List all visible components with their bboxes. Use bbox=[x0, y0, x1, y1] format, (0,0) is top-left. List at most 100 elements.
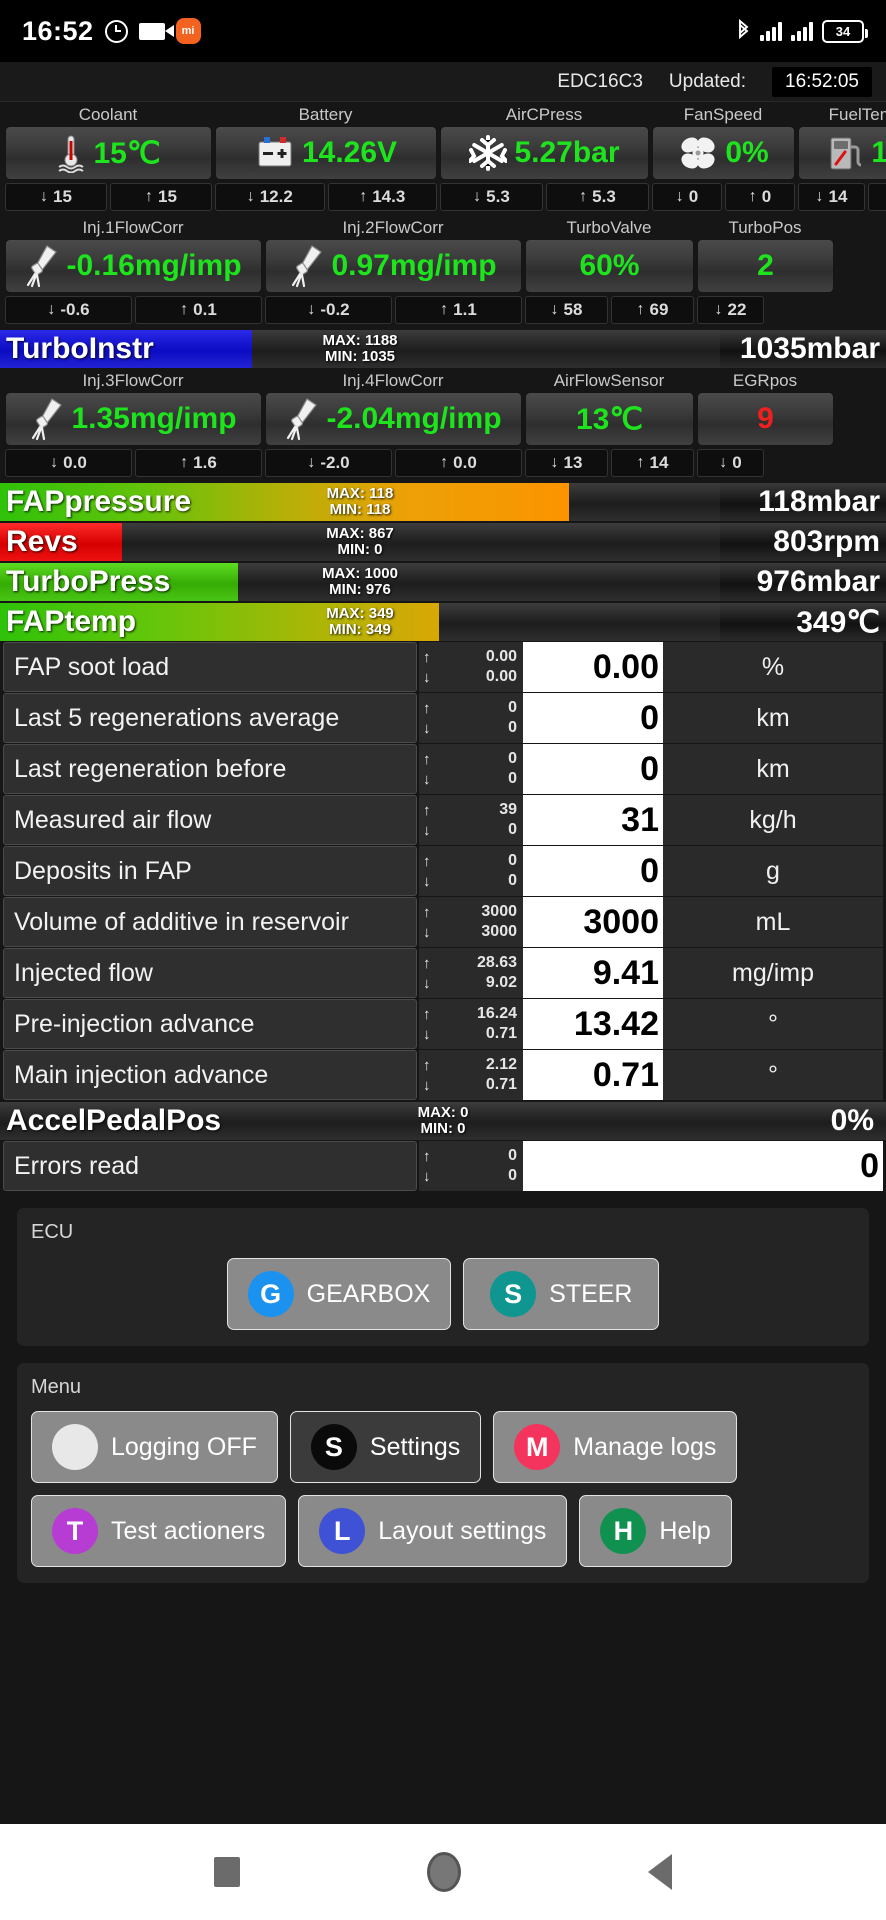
gauge-up-value: ↑ 0.1 bbox=[135, 296, 262, 324]
gauge-cell-turbovalve[interactable]: 60% bbox=[525, 239, 694, 293]
gauge-label-inj-3flowcorr: Inj.3FlowCorr bbox=[82, 371, 184, 390]
data-row-min: ↓ 0 bbox=[423, 770, 517, 788]
button-label: Help bbox=[659, 1516, 711, 1545]
arrow-down-icon: ↓ bbox=[423, 821, 431, 839]
gauge-cell-battery[interactable]: 14.26V bbox=[215, 126, 437, 180]
gauge-cell-fueltemp[interactable]: 15 bbox=[798, 126, 886, 180]
gauge-up-value: ↑ 0.0 bbox=[395, 449, 522, 477]
data-row[interactable]: Injected flow ↑ 28.63 ↓ 9.02 9.41 mg/imp bbox=[0, 948, 886, 998]
data-row-value: 0 bbox=[523, 693, 663, 743]
data-row[interactable]: Errors read ↑ 0 ↓ 0 0 bbox=[0, 1141, 886, 1191]
data-row-max: ↑ 28.63 bbox=[423, 954, 517, 972]
data-row-label: Deposits in FAP bbox=[3, 846, 417, 896]
back-triangle-icon[interactable] bbox=[648, 1854, 673, 1890]
gauge-label-inj-4flowcorr: Inj.4FlowCorr bbox=[342, 371, 444, 390]
data-row-minmax: ↑ 0 ↓ 0 bbox=[419, 846, 523, 896]
arrow-up-icon: ↑ bbox=[359, 188, 368, 205]
data-row-value: 0 bbox=[523, 744, 663, 794]
bar-gauge-name: Revs bbox=[6, 525, 78, 558]
gauge-label-turbopos: TurboPos bbox=[728, 218, 802, 237]
menu-button-layout-settings[interactable]: L Layout settings bbox=[298, 1495, 568, 1567]
ecu-button-gearbox[interactable]: G GEARBOX bbox=[226, 1258, 452, 1330]
bar-gauge-revs[interactable]: Revs MAX: 867 MIN: 0 803rpm bbox=[0, 523, 886, 561]
data-row[interactable]: Last 5 regenerations average ↑ 0 ↓ 0 0 km bbox=[0, 693, 886, 743]
gauge-cell-turbopos[interactable]: 2 bbox=[697, 239, 834, 293]
button-label: GEARBOX bbox=[306, 1279, 431, 1308]
data-row-value: 0.00 bbox=[523, 642, 663, 692]
gauge-cell-airflowsensor[interactable]: 13℃ bbox=[525, 392, 694, 446]
button-label: Settings bbox=[369, 1432, 461, 1461]
gauge-down-value: ↓ -0.2 bbox=[265, 296, 392, 324]
gauge-down-value: ↓ 0 bbox=[697, 449, 764, 477]
data-row-unit: kg/h bbox=[663, 795, 883, 845]
bar-max-value: MAX: 1188 bbox=[322, 332, 398, 350]
data-row-label: Volume of additive in reservoir bbox=[3, 897, 417, 947]
gauge-row-2: Inj.1FlowCorr Inj.2FlowCorr TurboValve Turb… bbox=[0, 215, 886, 328]
data-row-max: ↑ 39 bbox=[423, 801, 517, 819]
gauge-value: 15℃ bbox=[93, 136, 161, 170]
data-row-min: ↓ 0 bbox=[423, 821, 517, 839]
gauge-cell-inj-2flowcorr[interactable]: 0.97mg/imp bbox=[265, 239, 522, 293]
phone-screen: 16:52 mi 34 EDC16C3 Updated: 16:52:05 Co… bbox=[0, 0, 886, 1920]
menu-button-manage-logs[interactable]: M Manage logs bbox=[493, 1411, 738, 1483]
turboinstr-bar-section: TurboInstr MAX: 1188 MIN: 1035 1035mbar bbox=[0, 330, 886, 368]
data-row-minmax: ↑ 3000 ↓ 3000 bbox=[419, 897, 523, 947]
gauge-value: 1.35mg/imp bbox=[71, 402, 237, 435]
ecu-button-steer[interactable]: S STEER bbox=[463, 1258, 660, 1330]
gauge-minmax-row: ↓15↑15↓12.2↑14.3↓5.3↑5.3↓0↑0↓14↑1 bbox=[3, 180, 886, 215]
bar-min-value: MIN: 0 bbox=[420, 1120, 466, 1137]
data-row-unit: km bbox=[663, 744, 883, 794]
m-badge-icon: M bbox=[514, 1424, 561, 1470]
menu-button-settings[interactable]: S Settings bbox=[289, 1411, 482, 1483]
battery-icon: 34 bbox=[822, 19, 868, 43]
bar-gauge-fappressure[interactable]: FAPpressure MAX: 118 MIN: 118 118mbar bbox=[0, 483, 886, 521]
gauge-up-value: ↑ 5.3 bbox=[546, 183, 649, 211]
data-row-minmax: ↑ 16.24 ↓ 0.71 bbox=[419, 999, 523, 1049]
gauge-minmax-row: ↓ -0.6 ↑ 0.1 ↓ -0.2 ↑ 1.1 ↓ 58 ↑ 69 ↓ 22 bbox=[3, 293, 883, 328]
gauge-cell-egrpos[interactable]: 9 bbox=[697, 392, 834, 446]
gauge-cell-inj-3flowcorr[interactable]: 1.35mg/imp bbox=[5, 392, 262, 446]
arrow-down-icon: ↓ bbox=[423, 974, 431, 992]
data-row[interactable]: FAP soot load ↑ 0.00 ↓ 0.00 0.00% bbox=[0, 642, 886, 692]
gauge-up-value: ↑ 1.6 bbox=[135, 449, 262, 477]
bar-track: AccelPedalPos MAX: 0 MIN: 0 0% bbox=[0, 1102, 886, 1140]
bar-gauge-value: 349℃ bbox=[720, 603, 886, 641]
gauge-value: 9 bbox=[757, 402, 774, 435]
s-badge-icon: S bbox=[310, 1424, 357, 1470]
gauge-cell-aircpress[interactable]: 5.27bar bbox=[440, 126, 649, 180]
t-badge-icon: T bbox=[52, 1508, 98, 1554]
bar-gauge-name: FAPpressure bbox=[6, 485, 192, 518]
bar-gauge-accelpedalpos[interactable]: AccelPedalPos MAX: 0 MIN: 0 0% bbox=[0, 1102, 886, 1140]
menu-button-test-actioners[interactable]: T Test actioners bbox=[31, 1495, 287, 1567]
arrow-down-icon: ↓ bbox=[719, 454, 728, 471]
data-row[interactable]: Pre-injection advance ↑ 16.24 ↓ 0.71 13.42 ° bbox=[0, 999, 886, 1049]
bar-gauge-turbopress[interactable]: TurboPress MAX: 1000 MIN: 976 976mbar bbox=[0, 563, 886, 601]
data-row-max: ↑ 0 bbox=[423, 699, 517, 717]
gauge-cell-coolant[interactable]: 15℃ bbox=[5, 126, 212, 180]
data-row[interactable]: Measured air flow ↑ 39 ↓ 0 31 kg/h bbox=[0, 795, 886, 845]
home-circle-icon[interactable] bbox=[426, 1852, 461, 1892]
bar-track: TurboInstr MAX: 1188 MIN: 1035 bbox=[0, 330, 720, 368]
gauge-cell-fanspeed[interactable]: 0% bbox=[652, 126, 795, 180]
data-row[interactable]: Deposits in FAP ↑ 0 ↓ 0 0 g bbox=[0, 846, 886, 896]
data-row[interactable]: Main injection advance ↑ 2.12 ↓ 0.71 0.71 ° bbox=[0, 1050, 886, 1100]
recents-square-icon[interactable] bbox=[213, 1857, 240, 1887]
menu-button-help[interactable]: H Help bbox=[579, 1495, 732, 1567]
arrow-up-icon: ↑ bbox=[748, 188, 757, 205]
menu-panel: Menu Logging OFF S Settings M Manage logs T Te… bbox=[17, 1363, 869, 1583]
data-row-minmax: ↑ 0 ↓ 0 bbox=[419, 693, 523, 743]
menu-button-logging-off[interactable]: Logging OFF bbox=[31, 1411, 278, 1483]
bar-min-value: MIN: 0 bbox=[337, 541, 383, 558]
data-row-label: FAP soot load bbox=[3, 642, 417, 692]
bar-track: Revs MAX: 867 MIN: 0 bbox=[0, 523, 720, 561]
data-row[interactable]: Volume of additive in reservoir ↑ 3000 ↓ 300… bbox=[0, 897, 886, 947]
bluetooth-icon bbox=[736, 19, 751, 43]
gauge-label-inj-2flowcorr: Inj.2FlowCorr bbox=[342, 218, 444, 237]
data-row-max: ↑ 2.12 bbox=[423, 1056, 517, 1074]
data-row-minmax: ↑ 39 ↓ 0 bbox=[419, 795, 523, 845]
data-row[interactable]: Last regeneration before ↑ 0 ↓ 0 0 km bbox=[0, 744, 886, 794]
bar-gauge-faptemp[interactable]: FAPtemp MAX: 349 MIN: 349 349℃ bbox=[0, 603, 886, 641]
bar-gauge-turboinstr[interactable]: TurboInstr MAX: 1188 MIN: 1035 1035mbar bbox=[0, 330, 886, 368]
gauge-cell-inj-1flowcorr[interactable]: -0.16mg/imp bbox=[5, 239, 262, 293]
gauge-cell-inj-4flowcorr[interactable]: -2.04mg/imp bbox=[265, 392, 522, 446]
